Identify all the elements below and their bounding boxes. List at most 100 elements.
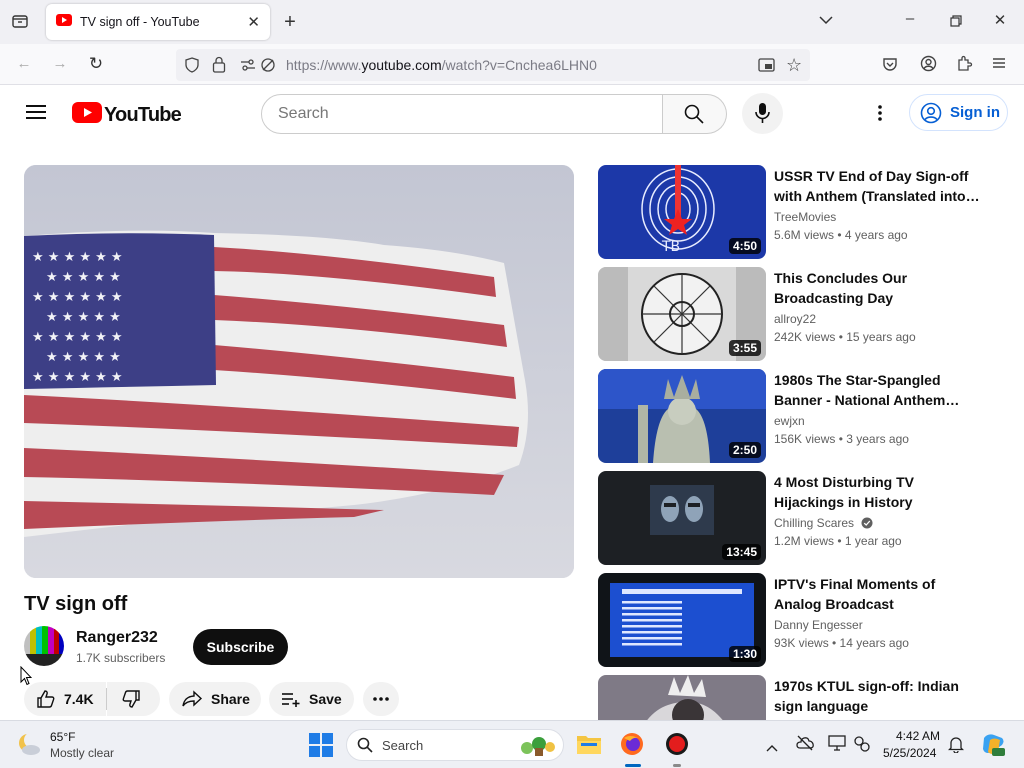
notification-bell-icon[interactable]	[947, 735, 965, 758]
app-open-indicator	[673, 764, 681, 767]
like-button[interactable]: 7.4K	[24, 682, 106, 716]
active-app-indicator	[625, 764, 641, 767]
recommendation-channel[interactable]: allroy22	[774, 312, 816, 326]
thumbs-up-icon	[36, 689, 56, 709]
youtube-logo[interactable]: YouTube	[72, 102, 182, 128]
microphone-icon	[755, 102, 770, 129]
guide-menu-icon[interactable]	[26, 104, 46, 125]
like-count: 7.4K	[64, 691, 94, 707]
svg-text:★ ★ ★ ★ ★: ★ ★ ★ ★ ★	[46, 350, 121, 365]
shield-icon[interactable]	[184, 57, 200, 78]
recommendation-title[interactable]: USSR TV End of Day Sign-off with Anthem …	[774, 166, 984, 206]
channel-avatar[interactable]	[24, 626, 64, 666]
recommendation-item[interactable]: 13:45 4 Most Disturbing TV Hijackings in…	[598, 471, 998, 567]
tab-youtube[interactable]: TV sign off - YouTube ✕	[46, 4, 270, 40]
share-button[interactable]: Share	[169, 682, 261, 716]
video-duration: 13:45	[722, 544, 761, 560]
back-icon[interactable]: ←	[14, 55, 34, 72]
voice-search-button[interactable]	[742, 93, 783, 134]
windows-start-icon[interactable]	[309, 733, 333, 762]
extensions-icon[interactable]	[956, 55, 973, 77]
file-explorer-icon[interactable]	[576, 733, 602, 760]
network-disconnected-icon[interactable]	[796, 735, 814, 756]
recommendation-meta: 1.2M views • 1 year ago	[774, 534, 902, 548]
account-icon[interactable]	[920, 55, 937, 77]
video-title: TV sign off	[24, 593, 128, 615]
recommendation-meta: 156K views • 3 years ago	[774, 432, 909, 446]
close-tab-icon[interactable]: ✕	[247, 13, 260, 31]
reload-icon[interactable]: ↻	[86, 54, 106, 74]
video-thumbnail[interactable]: ТВ 4:50	[598, 165, 766, 259]
more-options-icon[interactable]	[877, 104, 883, 127]
recommendation-title[interactable]: 1970s KTUL sign-off: Indian sign languag…	[774, 676, 984, 716]
display-icon[interactable]	[828, 735, 846, 756]
tracking-blocked-icon[interactable]	[260, 57, 276, 78]
recommendation-item[interactable]: 2:50 1980s The Star-Spangled Banner - Na…	[598, 369, 998, 465]
verified-badge-icon	[861, 517, 873, 532]
video-frame-flag: ★ ★ ★ ★ ★ ★ ★ ★ ★ ★ ★ ★ ★ ★ ★ ★ ★ ★ ★ ★ …	[24, 165, 574, 578]
picture-in-picture-icon[interactable]	[758, 57, 775, 78]
channel-name[interactable]: Ranger232	[76, 629, 158, 647]
restore-icon[interactable]	[946, 14, 966, 31]
firefox-icon[interactable]	[620, 732, 644, 761]
recommendation-title[interactable]: This Concludes Our Broadcasting Day	[774, 268, 984, 308]
save-button[interactable]: Save	[269, 682, 354, 716]
video-thumbnail[interactable]: 2:50	[598, 369, 766, 463]
recommendation-item[interactable]: 3:55 This Concludes Our Broadcasting Day…	[598, 267, 998, 363]
screen-recorder-icon[interactable]	[665, 732, 689, 761]
search-input[interactable]: Search	[261, 94, 663, 134]
video-thumbnail[interactable]: 13:45	[598, 471, 766, 565]
weather-widget[interactable]: 65°F Mostly clear	[14, 729, 134, 763]
url-prefix: https://www.	[286, 57, 362, 73]
svg-text:★ ★ ★ ★ ★: ★ ★ ★ ★ ★	[46, 270, 121, 285]
lock-icon[interactable]	[212, 56, 226, 78]
new-tab-icon[interactable]: +	[280, 11, 300, 34]
hamburger-menu-icon[interactable]	[992, 56, 1006, 75]
youtube-favicon-icon	[56, 13, 72, 31]
video-thumbnail[interactable]	[598, 675, 766, 720]
clock-time[interactable]: 4:42 AM	[896, 729, 940, 743]
channel-name-text: Chilling Scares	[774, 516, 855, 530]
url-bar[interactable]: https://www.youtube.com/watch?v=Cnchea6L…	[176, 49, 810, 81]
recommendation-item[interactable]: 1:30 IPTV's Final Moments of Analog Broa…	[598, 573, 998, 669]
minimize-icon[interactable]: –	[900, 10, 920, 27]
share-label: Share	[211, 691, 250, 707]
video-thumbnail[interactable]: 3:55	[598, 267, 766, 361]
search-button[interactable]	[663, 94, 727, 134]
taskbar-search-box[interactable]: Search	[346, 729, 564, 761]
recommendation-channel[interactable]: TreeMovies	[774, 210, 836, 224]
settings-sync-icon[interactable]	[853, 735, 871, 758]
url-text[interactable]: https://www.youtube.com/watch?v=Cnchea6L…	[286, 57, 597, 73]
more-actions-button[interactable]	[363, 682, 399, 716]
subscribe-button[interactable]: Subscribe	[193, 629, 288, 665]
bookmark-star-icon[interactable]: ☆	[786, 55, 802, 76]
recommendation-item[interactable]: 1970s KTUL sign-off: Indian sign languag…	[598, 675, 998, 720]
thumbs-down-icon	[121, 689, 141, 709]
permissions-icon[interactable]	[240, 58, 256, 77]
youtube-logo-text: YouTube	[104, 103, 182, 126]
recommendation-channel[interactable]: ewjxn	[774, 414, 805, 428]
forward-icon[interactable]: →	[50, 55, 70, 72]
pocket-icon[interactable]	[882, 56, 898, 77]
video-duration: 2:50	[728, 442, 761, 458]
clock-date[interactable]: 5/25/2024	[883, 746, 936, 760]
subscriber-count: 1.7K subscribers	[76, 651, 166, 665]
video-duration: 1:30	[728, 646, 761, 662]
recommendation-title[interactable]: 1980s The Star-Spangled Banner - Nationa…	[774, 370, 984, 410]
sign-in-button[interactable]: Sign in	[909, 94, 1008, 131]
video-player[interactable]: ★ ★ ★ ★ ★ ★ ★ ★ ★ ★ ★ ★ ★ ★ ★ ★ ★ ★ ★ ★ …	[24, 165, 574, 578]
tab-list-icon[interactable]	[10, 12, 30, 32]
video-thumbnail[interactable]: 1:30	[598, 573, 766, 667]
chevron-down-icon[interactable]	[816, 12, 836, 29]
recommendation-channel[interactable]: Chilling Scares	[774, 516, 873, 532]
close-window-icon[interactable]: ✕	[990, 11, 1010, 29]
more-horizontal-icon	[372, 696, 390, 702]
dislike-button[interactable]	[107, 682, 160, 716]
chevron-up-icon[interactable]	[766, 739, 778, 757]
mouse-cursor-icon	[20, 665, 33, 691]
recommendation-title[interactable]: 4 Most Disturbing TV Hijackings in Histo…	[774, 472, 984, 512]
copilot-icon[interactable]	[980, 732, 1006, 763]
recommendation-channel[interactable]: Danny Engesser	[774, 618, 863, 632]
recommendation-title[interactable]: IPTV's Final Moments of Analog Broadcast	[774, 574, 984, 614]
recommendation-item[interactable]: ТВ 4:50 USSR TV End of Day Sign-off with…	[598, 165, 998, 261]
